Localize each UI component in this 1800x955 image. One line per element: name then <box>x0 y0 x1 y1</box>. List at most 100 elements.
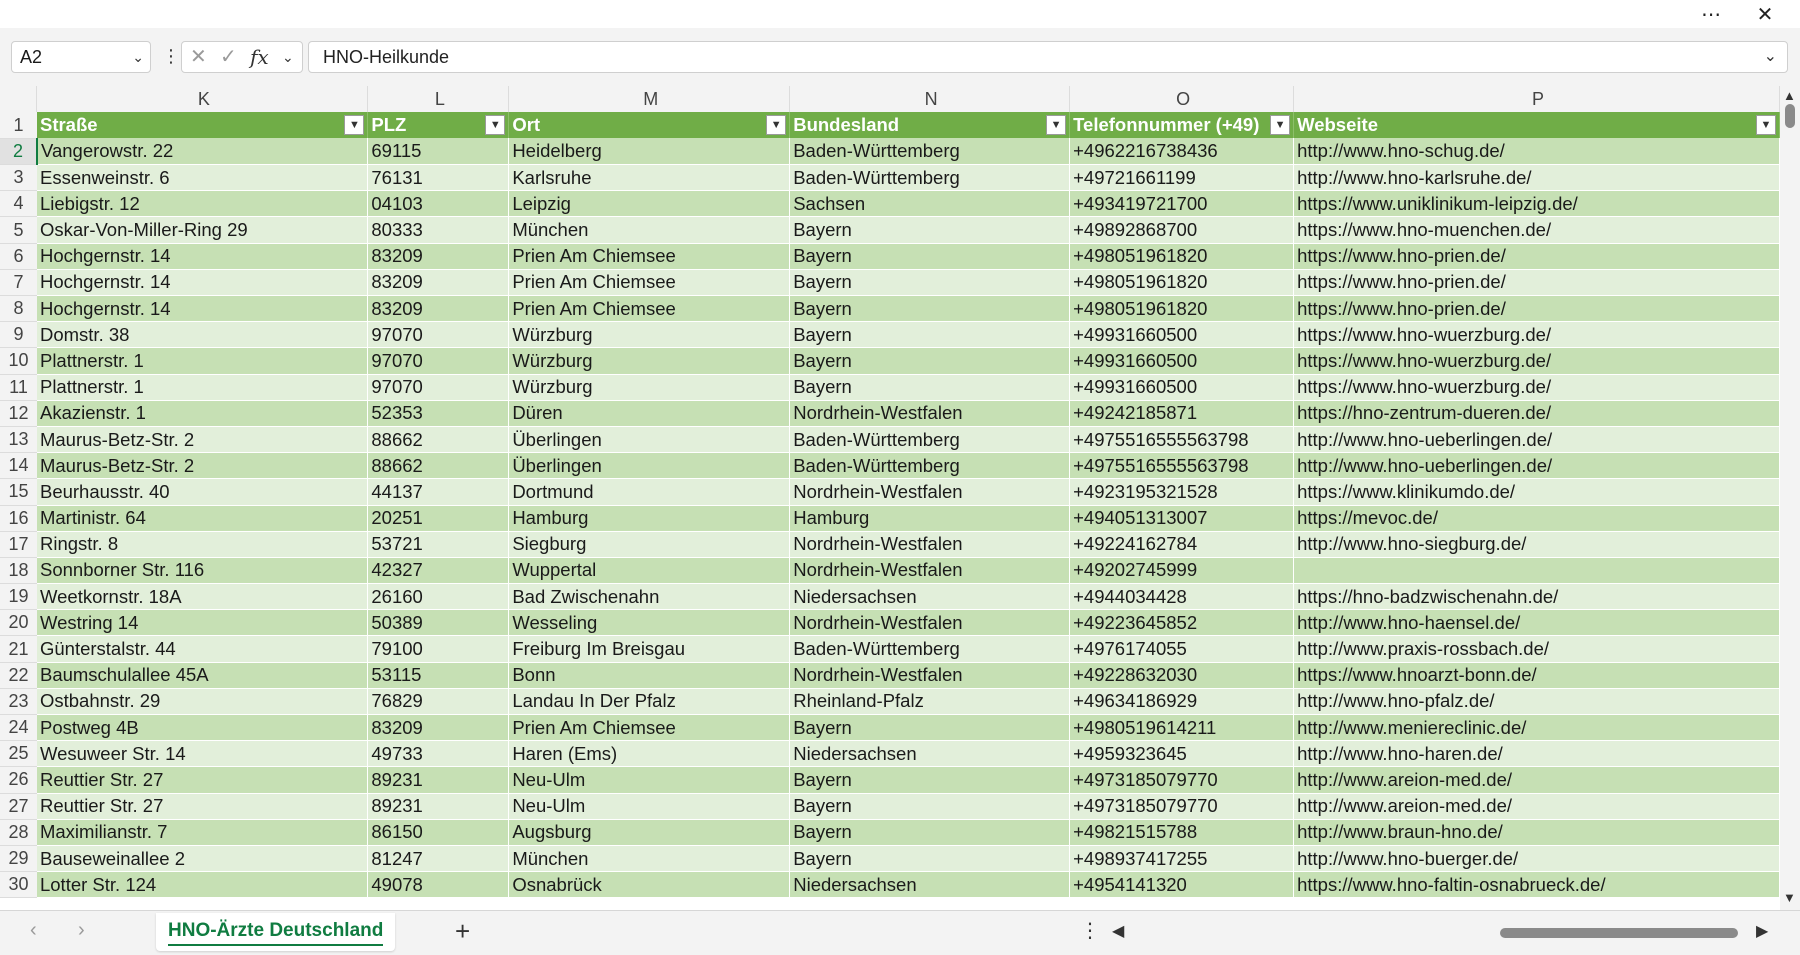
cell-bundesland[interactable]: Bayern <box>789 295 1071 323</box>
cell-bundesland[interactable]: Baden-Württemberg <box>789 452 1071 480</box>
header-cell-plz[interactable]: PLZ ▼ <box>367 112 510 139</box>
row-header[interactable]: 13 <box>0 426 37 454</box>
cell-telefon[interactable]: +49202745999 <box>1069 557 1295 585</box>
cell-strasse[interactable]: Maurus-Betz-Str. 2 <box>36 452 369 480</box>
cell-plz[interactable]: 76829 <box>367 688 510 716</box>
cell-ort[interactable]: Neu-Ulm <box>508 793 791 820</box>
cell-webseite[interactable]: http://www.meniereclinic.de/ <box>1293 714 1780 742</box>
row-header[interactable]: 3 <box>0 164 37 192</box>
cell-telefon[interactable]: +494051313007 <box>1069 505 1295 532</box>
cell-bundesland[interactable]: Bayern <box>789 845 1071 873</box>
cell-telefon[interactable]: +49223645852 <box>1069 609 1295 637</box>
cell-webseite[interactable]: https://www.hno-prien.de/ <box>1293 269 1780 297</box>
cell-strasse[interactable]: Martinistr. 64 <box>36 505 369 532</box>
row-header[interactable]: 24 <box>0 714 37 742</box>
row-header[interactable]: 21 <box>0 635 37 663</box>
cell-bundesland[interactable]: Niedersachsen <box>789 740 1071 768</box>
cell-bundesland[interactable]: Bayern <box>789 216 1071 244</box>
cell-telefon[interactable]: +4976174055 <box>1069 635 1295 663</box>
cell-telefon[interactable]: +49931660500 <box>1069 374 1295 401</box>
cell-telefon[interactable]: +49224162784 <box>1069 531 1295 558</box>
more-options-icon[interactable]: ⋯ <box>1688 0 1734 28</box>
cell-bundesland[interactable]: Sachsen <box>789 190 1071 218</box>
filter-dropdown-icon[interactable]: ▼ <box>1270 115 1291 136</box>
cell-telefon[interactable]: +49721661199 <box>1069 164 1295 192</box>
select-all-corner[interactable] <box>0 86 38 113</box>
cell-bundesland[interactable]: Nordrhein-Westfalen <box>789 531 1071 558</box>
cell-bundesland[interactable]: Bayern <box>789 243 1071 270</box>
cell-plz[interactable]: 79100 <box>367 635 510 663</box>
cell-telefon[interactable]: +49821515788 <box>1069 819 1295 846</box>
spreadsheet-grid[interactable]: K L M N O P 1 Straße ▼ PLZ ▼ Ort ▼ Bundesla… <box>0 86 1780 910</box>
cell-ort[interactable]: Karlsruhe <box>508 164 791 192</box>
cell-ort[interactable]: Hamburg <box>508 505 791 532</box>
cell-bundesland[interactable]: Bayern <box>789 714 1071 742</box>
scroll-thumb[interactable] <box>1785 104 1795 128</box>
cell-telefon[interactable]: +498051961820 <box>1069 269 1295 297</box>
cell-strasse[interactable]: Westring 14 <box>36 609 369 637</box>
filter-dropdown-icon[interactable]: ▼ <box>344 115 365 136</box>
header-cell-webseite[interactable]: Webseite ▼ <box>1293 112 1780 139</box>
cell-webseite[interactable]: http://www.areion-med.de/ <box>1293 793 1780 820</box>
cell-ort[interactable]: Siegburg <box>508 531 791 558</box>
cell-plz[interactable]: 52353 <box>367 400 510 427</box>
cell-ort[interactable]: Osnabrück <box>508 871 791 899</box>
cell-plz[interactable]: 89231 <box>367 793 510 820</box>
row-header[interactable]: 15 <box>0 478 37 506</box>
cell-strasse[interactable]: Oskar-Von-Miller-Ring 29 <box>36 216 369 244</box>
cell-strasse[interactable]: Maximilianstr. 7 <box>36 819 369 846</box>
cell-webseite[interactable]: https://www.hno-prien.de/ <box>1293 295 1780 323</box>
cell-bundesland[interactable]: Bayern <box>789 321 1071 349</box>
header-cell-bundesland[interactable]: Bundesland ▼ <box>789 112 1071 139</box>
cell-plz[interactable]: 26160 <box>367 583 510 611</box>
cell-webseite[interactable]: http://www.hno-siegburg.de/ <box>1293 531 1780 558</box>
cell-bundesland[interactable]: Bayern <box>789 269 1071 297</box>
cell-strasse[interactable]: Wesuweer Str. 14 <box>36 740 369 768</box>
chevron-down-icon[interactable]: ⌄ <box>132 42 144 72</box>
cell-strasse[interactable]: Akazienstr. 1 <box>36 400 369 427</box>
row-header[interactable]: 16 <box>0 505 37 532</box>
cell-bundesland[interactable]: Nordrhein-Westfalen <box>789 478 1071 506</box>
cell-bundesland[interactable]: Bayern <box>789 793 1071 820</box>
insert-function-icon[interactable]: fx <box>250 42 269 72</box>
cell-plz[interactable]: 83209 <box>367 714 510 742</box>
cell-bundesland[interactable]: Bayern <box>789 374 1071 401</box>
cell-plz[interactable]: 49733 <box>367 740 510 768</box>
cell-ort[interactable]: Haren (Ems) <box>508 740 791 768</box>
cell-ort[interactable]: Leipzig <box>508 190 791 218</box>
row-header[interactable]: 8 <box>0 295 37 323</box>
expand-formula-icon[interactable]: ⌄ <box>1764 42 1777 72</box>
cell-telefon[interactable]: +4959323645 <box>1069 740 1295 768</box>
cell-webseite[interactable]: https://www.hno-wuerzburg.de/ <box>1293 321 1780 349</box>
cell-strasse[interactable]: Sonnborner Str. 116 <box>36 557 369 585</box>
cell-strasse[interactable]: Lotter Str. 124 <box>36 871 369 899</box>
cell-strasse[interactable]: Plattnerstr. 1 <box>36 347 369 375</box>
cell-strasse[interactable]: Bauseweinallee 2 <box>36 845 369 873</box>
cell-plz[interactable]: 80333 <box>367 216 510 244</box>
cell-ort[interactable]: Überlingen <box>508 426 791 454</box>
cancel-icon[interactable]: ✕ <box>190 42 207 72</box>
cell-strasse[interactable]: Hochgernstr. 14 <box>36 269 369 297</box>
cell-telefon[interactable]: +4944034428 <box>1069 583 1295 611</box>
column-header-n[interactable]: N <box>789 86 1071 113</box>
cell-strasse[interactable]: Günterstalstr. 44 <box>36 635 369 663</box>
chevron-down-icon[interactable]: ⌄ <box>282 42 294 72</box>
next-sheet-icon[interactable]: › <box>78 919 85 942</box>
cell-bundesland[interactable]: Baden-Württemberg <box>789 164 1071 192</box>
row-header[interactable]: 27 <box>0 793 37 820</box>
cell-ort[interactable]: Landau In Der Pfalz <box>508 688 791 716</box>
horizontal-scroll-thumb[interactable] <box>1500 928 1738 938</box>
row-header[interactable]: 9 <box>0 321 37 349</box>
row-header[interactable]: 4 <box>0 190 37 218</box>
cell-webseite[interactable]: https://www.hno-wuerzburg.de/ <box>1293 347 1780 375</box>
cell-strasse[interactable]: Hochgernstr. 14 <box>36 243 369 270</box>
cell-telefon[interactable]: +49242185871 <box>1069 400 1295 427</box>
filter-dropdown-icon[interactable]: ▼ <box>1046 115 1067 136</box>
cell-telefon[interactable]: +49634186929 <box>1069 688 1295 716</box>
cell-strasse[interactable]: Plattnerstr. 1 <box>36 374 369 401</box>
header-cell-telefon[interactable]: Telefonnummer (+49) ▼ <box>1069 112 1295 139</box>
cell-strasse[interactable]: Essenweinstr. 6 <box>36 164 369 192</box>
cell-plz[interactable]: 86150 <box>367 819 510 846</box>
cell-strasse[interactable]: Domstr. 38 <box>36 321 369 349</box>
cell-plz[interactable]: 04103 <box>367 190 510 218</box>
